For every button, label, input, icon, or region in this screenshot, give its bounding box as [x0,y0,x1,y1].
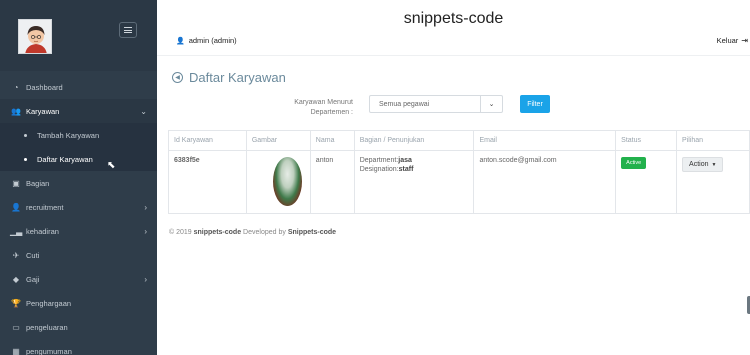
employee-status-cell: Active [615,150,678,214]
footer-author[interactable]: Snippets-code [288,229,336,236]
sidebar-subitem-label: Daftar Karyawan [37,154,93,164]
action-label: Action [689,161,709,168]
app-title: snippets-code [403,10,504,27]
filter-button[interactable]: Filter [520,95,550,113]
department-line: Department:jasa [360,157,469,164]
table-row: 6383f5e anton Department:jasa Designatio… [168,150,750,214]
column-header-id[interactable]: Id Karyawan [168,130,247,151]
chevron-right-icon: › [144,226,147,236]
chevron-down-icon: ⌄ [140,106,147,116]
top-header: snippets-code 👤 admin (admin) Keluar ⇥ [157,0,750,56]
footer: © 2019 snippets-code Developed by Snippe… [169,229,336,236]
employee-photo-cell [245,150,311,214]
calendar-icon: ▦ [12,346,20,355]
employee-department: Department:jasa Designation:staff [353,150,475,214]
money-icon: ◆ [12,274,20,284]
status-badge: Active [621,157,647,169]
sidebar-item-label: Cuti [26,250,40,260]
sidebar-item-gaji[interactable]: ◆ Gaji › [0,267,157,291]
sidebar-item-recruitment[interactable]: 👤 recruitment › [0,195,157,219]
designation-line: Designation:staff [360,166,469,173]
action-dropdown-button[interactable]: Action ▼ [682,157,724,172]
karyawan-submenu: Tambah Karyawan Daftar Karyawan [0,123,157,171]
filter-label: Karyawan Menurut Departemen : [294,99,353,116]
sidebar-item-label: pengeluaran [26,322,68,332]
sidebar-item-kehadiran[interactable]: ▁▃ kehadiran › [0,219,157,243]
bullet-icon [24,133,27,137]
footer-brand: snippets-code [193,229,242,236]
sidebar-item-pengeluaran[interactable]: ▭ pengeluaran [0,315,157,339]
user-info[interactable]: 👤 admin (admin) [176,36,237,45]
sidebar: ◔ Dashboard 👥 Karyawan ⌄ Tambah Karyawan… [0,0,157,355]
footer-copyright: © 2019 [169,229,192,236]
sidebar-item-cuti[interactable]: ✈ Cuti [0,243,157,267]
department-select[interactable]: Semua pegawai ⌄ [369,95,503,113]
users-icon: 👥 [11,106,21,116]
logout-link[interactable]: Keluar ⇥ [717,36,748,45]
sidebar-item-label: Gaji [26,274,40,284]
designation-value: staff [398,166,414,173]
sidebar-item-label: kehadiran [26,226,59,236]
chevron-down-icon: ⌄ [480,96,502,112]
employee-action-cell: Action ▼ [676,150,750,214]
column-header-gambar[interactable]: Gambar [245,130,311,151]
briefcase-icon: ▣ [12,178,20,188]
avatar-image [19,20,51,53]
page-title: ◀ Daftar Karyawan [172,70,286,85]
back-circle-icon[interactable]: ◀ [172,72,183,83]
logout-label: Keluar [716,36,739,45]
sidebar-item-karyawan[interactable]: 👥 Karyawan ⌄ [0,99,157,123]
employee-table: Id Karyawan Gambar Nama Bagian / Penunju… [168,130,750,214]
sidebar-subitem-label: Tambah Karyawan [37,130,100,140]
column-header-bagian[interactable]: Bagian / Penunjukan [353,130,475,151]
menu-toggle-button[interactable] [119,22,137,38]
hamburger-icon [124,27,132,33]
user-plus-icon: 👤 [11,202,21,212]
footer-developed-by: Developed by [243,229,286,236]
sidebar-item-label: Penghargaan [26,298,72,308]
employee-email: anton.scode@gmail.com [473,150,617,214]
designation-label: Designation: [359,166,399,173]
dashboard-icon: ◔ [13,82,19,92]
column-header-nama[interactable]: Nama [309,130,355,151]
credit-card-icon: ▭ [12,322,20,332]
user-icon: 👤 [176,37,185,45]
column-header-pilihan[interactable]: Pilihan [676,130,750,151]
sidebar-item-pengumuman[interactable]: ▦ pengumuman [0,339,157,355]
sidebar-subitem-daftar-karyawan[interactable]: Daftar Karyawan [0,147,157,171]
sign-out-icon: ⇥ [741,36,748,45]
main-content: ◀ Daftar Karyawan Karyawan Menurut Depar… [157,56,750,355]
user-name: admin (admin) [188,36,237,45]
sidebar-item-label: Dashboard [26,82,63,92]
chevron-right-icon: › [144,274,147,284]
sidebar-item-label: recruitment [26,202,64,212]
plane-icon: ✈ [12,250,20,260]
trophy-icon: 🏆 [11,298,21,308]
department-label: Department: [359,157,399,164]
column-header-email[interactable]: Email [473,130,617,151]
bullet-icon [24,157,27,161]
bar-chart-icon: ▁▃ [10,226,23,236]
employee-id: 6383f5e [168,150,247,214]
column-header-status[interactable]: Status [615,130,678,151]
sidebar-item-label: Karyawan [26,106,60,116]
chevron-right-icon: › [144,202,147,212]
sidebar-menu: ◔ Dashboard 👥 Karyawan ⌄ Tambah Karyawan… [0,75,157,355]
page-title-text: Daftar Karyawan [189,70,286,85]
sidebar-item-bagian[interactable]: ▣ Bagian [0,171,157,195]
sidebar-header [0,0,157,71]
sidebar-subitem-tambah-karyawan[interactable]: Tambah Karyawan [0,123,157,147]
caret-down-icon: ▼ [711,161,717,168]
table-header-row: Id Karyawan Gambar Nama Bagian / Penunju… [168,130,750,151]
department-select-value: Semua pegawai [379,100,430,108]
employee-name: anton [309,150,355,214]
mouse-cursor-icon: ⬉ [107,160,116,171]
avatar[interactable] [18,19,52,54]
department-value: jasa [398,157,412,164]
sidebar-item-dashboard[interactable]: ◔ Dashboard [0,75,157,99]
employee-photo[interactable] [272,157,302,206]
sidebar-item-label: Bagian [26,178,50,188]
sidebar-item-penghargaan[interactable]: 🏆 Penghargaan [0,291,157,315]
sidebar-item-label: pengumuman [26,346,72,355]
